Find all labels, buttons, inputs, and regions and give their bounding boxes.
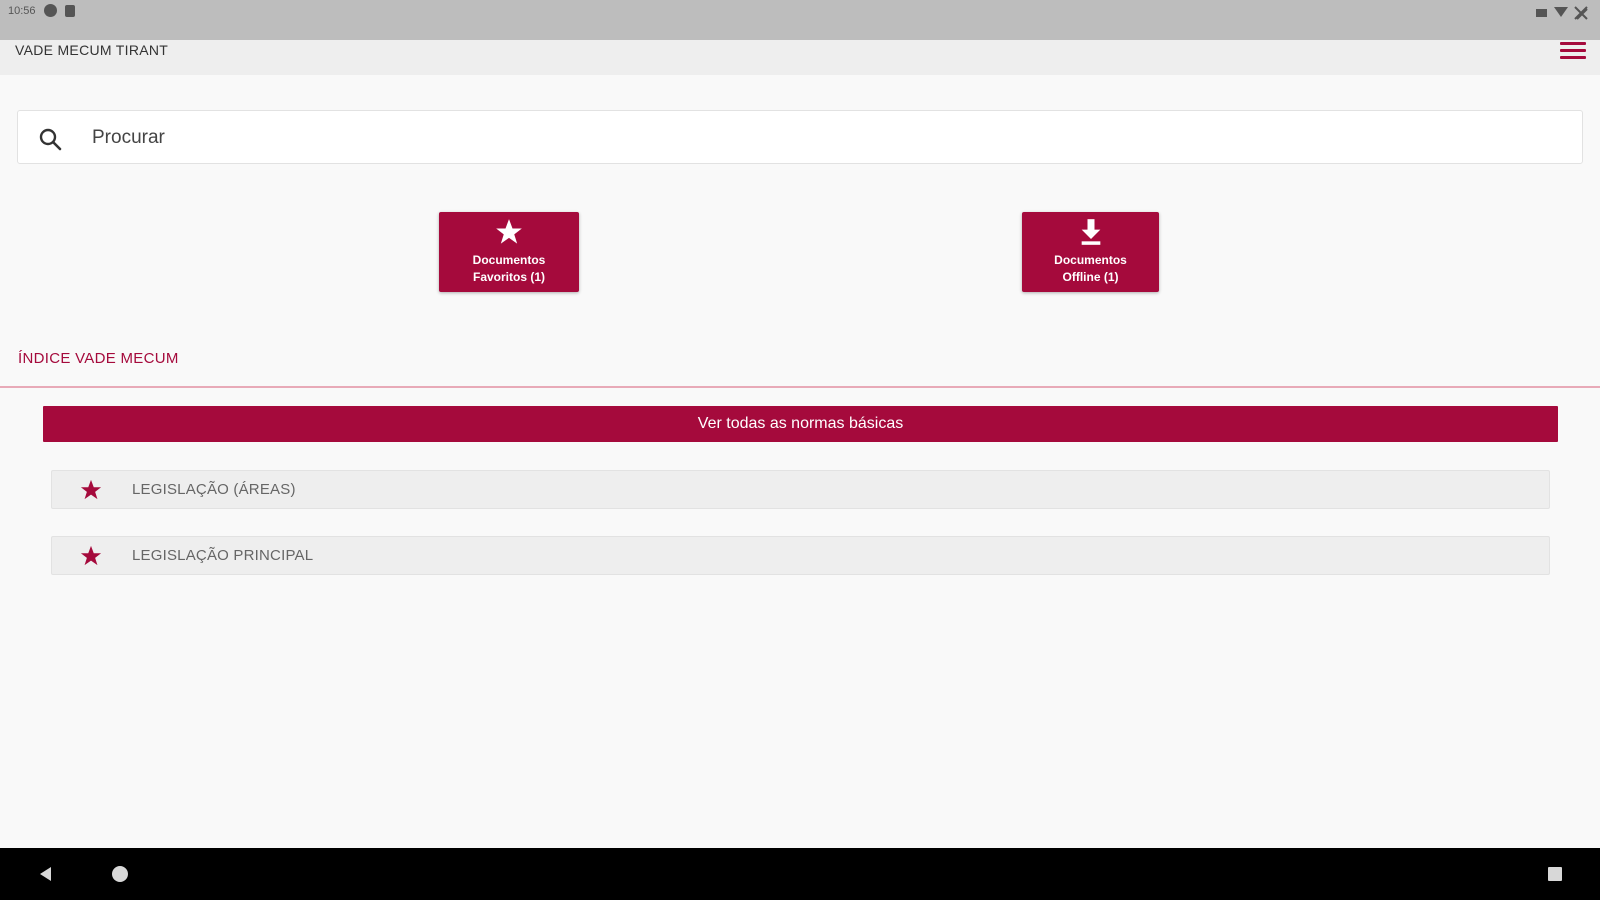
status-bar: 10:56 <box>0 0 1600 40</box>
status-time: 10:56 <box>8 4 36 17</box>
favorite-documents-button[interactable]: Documentos Favoritos (1) <box>439 212 579 292</box>
recents-square-icon[interactable] <box>1548 867 1562 881</box>
view-all-norms-button[interactable]: Ver todas as normas básicas <box>43 406 1558 442</box>
offline-documents-button[interactable]: Documentos Offline (1) <box>1022 212 1159 292</box>
navigation-bar <box>0 848 1600 900</box>
index-item-legislacao-principal[interactable]: LEGISLAÇÃO PRINCIPAL <box>51 536 1550 575</box>
search-icon <box>39 128 62 151</box>
status-right <box>1536 6 1588 20</box>
favorite-documents-label-line1: Documentos <box>472 253 546 267</box>
offline-documents-label-line2: Offline (1) <box>1062 270 1119 284</box>
favorite-documents-label-line2: Favoritos (1) <box>472 270 545 284</box>
search-input[interactable] <box>92 119 1562 157</box>
index-item-legislacao-areas[interactable]: LEGISLAÇÃO (ÁREAS) <box>51 470 1550 509</box>
sd-card-icon <box>64 4 75 17</box>
offline-documents-label: Documentos Offline (1) <box>1022 252 1159 286</box>
index-section-title: ÍNDICE VADE MECUM <box>18 350 179 367</box>
download-icon <box>1081 219 1100 245</box>
search-box[interactable] <box>17 110 1583 164</box>
index-item-label: LEGISLAÇÃO PRINCIPAL <box>132 547 314 564</box>
star-icon <box>80 479 102 500</box>
wifi-icon <box>1554 7 1568 17</box>
section-divider <box>0 386 1600 388</box>
star-icon <box>496 219 522 244</box>
status-left: 10:56 <box>8 4 75 17</box>
offline-documents-label-line1: Documentos <box>1054 253 1127 267</box>
index-item-label: LEGISLAÇÃO (ÁREAS) <box>132 481 296 498</box>
favorite-documents-label: Documentos Favoritos (1) <box>439 252 579 286</box>
battery-icon <box>1536 9 1547 17</box>
signal-icon <box>1574 6 1588 20</box>
sync-icon <box>43 4 57 17</box>
home-circle-icon[interactable] <box>112 866 128 882</box>
back-triangle-icon[interactable] <box>36 864 56 884</box>
hamburger-menu-icon[interactable] <box>1560 42 1586 62</box>
app-title: VADE MECUM TIRANT <box>15 42 169 58</box>
app-bar: VADE MECUM TIRANT <box>0 40 1600 75</box>
star-icon <box>80 545 102 566</box>
